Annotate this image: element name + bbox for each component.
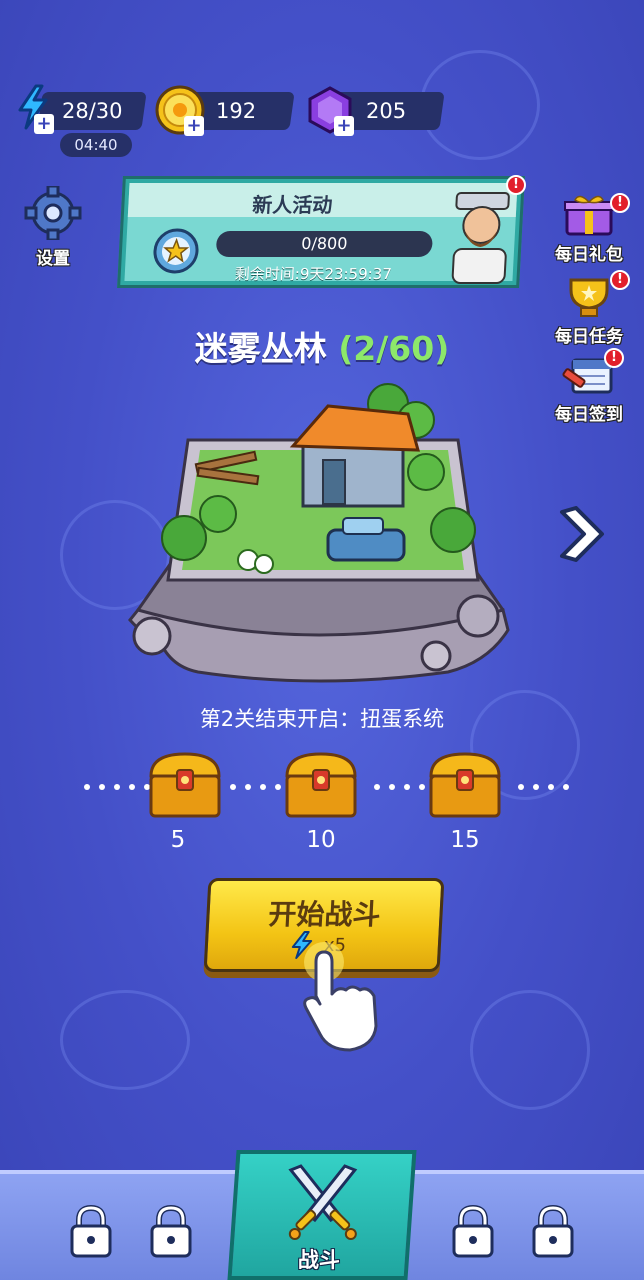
treasure-chest-icon[interactable] <box>145 748 225 822</box>
unlock-hint-text: 第2关结束开启：扭蛋系统 <box>199 707 445 731</box>
coin-value: 192 <box>215 99 257 123</box>
treasure-chest-icon[interactable] <box>281 748 361 822</box>
event-progress-value: 0/800 <box>300 234 348 253</box>
gear-icon <box>24 184 82 242</box>
star-medal-icon <box>153 228 199 274</box>
background-plant-doodle <box>60 990 190 1090</box>
level-title: 迷雾丛林 (2/60) <box>0 322 644 370</box>
tab-battle[interactable]: 战斗 <box>227 1150 417 1280</box>
newbie-event-panel[interactable]: 新人活动 0/800 剩余时间:9天23:59:37 <box>117 176 525 288</box>
settings-label: 设置 <box>36 249 70 269</box>
level-island-illustration[interactable] <box>118 380 524 686</box>
progress-dots <box>84 784 150 790</box>
daily-checkin-label: 每日签到 <box>555 405 623 425</box>
progress-dots <box>230 784 281 790</box>
level-name: 迷雾丛林 <box>194 329 327 368</box>
locked-tab-lock-icon[interactable] <box>528 1202 578 1262</box>
progress-dots <box>374 784 425 790</box>
event-progress-bar: 0/800 <box>215 231 434 257</box>
event-title: 新人活动 <box>251 193 334 217</box>
locked-tab-lock-icon[interactable] <box>448 1202 498 1262</box>
gem-value: 205 <box>365 99 407 123</box>
event-remaining-time: 剩余时间:9天23:59:37 <box>234 265 393 283</box>
add-coins-button[interactable]: + <box>184 116 204 136</box>
locked-tab-lock-icon[interactable] <box>66 1202 116 1262</box>
daily-gift-label: 每日礼包 <box>555 245 623 265</box>
chest-threshold-label: 5 <box>170 827 186 853</box>
crossed-swords-icon <box>288 1164 358 1240</box>
daily-gift-badge: ! <box>610 193 630 213</box>
energy-timer: 04:40 <box>60 133 132 157</box>
next-level-arrow-icon[interactable] <box>556 506 606 562</box>
tutorial-pointer-hand-icon <box>303 942 378 1052</box>
start-battle-label: 开始战斗 <box>267 898 382 931</box>
chest-threshold-label: 15 <box>450 827 480 853</box>
treasure-chest-icon[interactable] <box>425 748 505 822</box>
background-sunflower-doodle <box>470 990 590 1110</box>
progress-dots <box>518 784 569 790</box>
crazy-dave-avatar <box>451 192 510 284</box>
event-alert-badge: ! <box>506 175 526 195</box>
daily-task-badge: ! <box>610 270 630 290</box>
add-energy-button[interactable]: + <box>34 114 54 134</box>
level-progress-count: (2/60) <box>338 329 450 368</box>
chest-threshold-label: 10 <box>306 827 336 853</box>
add-gems-button[interactable]: + <box>334 116 354 136</box>
tab-battle-label: 战斗 <box>297 1248 340 1272</box>
settings-button[interactable]: 设置 <box>20 184 86 269</box>
energy-value: 28/30 <box>61 99 123 123</box>
locked-tab-lock-icon[interactable] <box>146 1202 196 1262</box>
